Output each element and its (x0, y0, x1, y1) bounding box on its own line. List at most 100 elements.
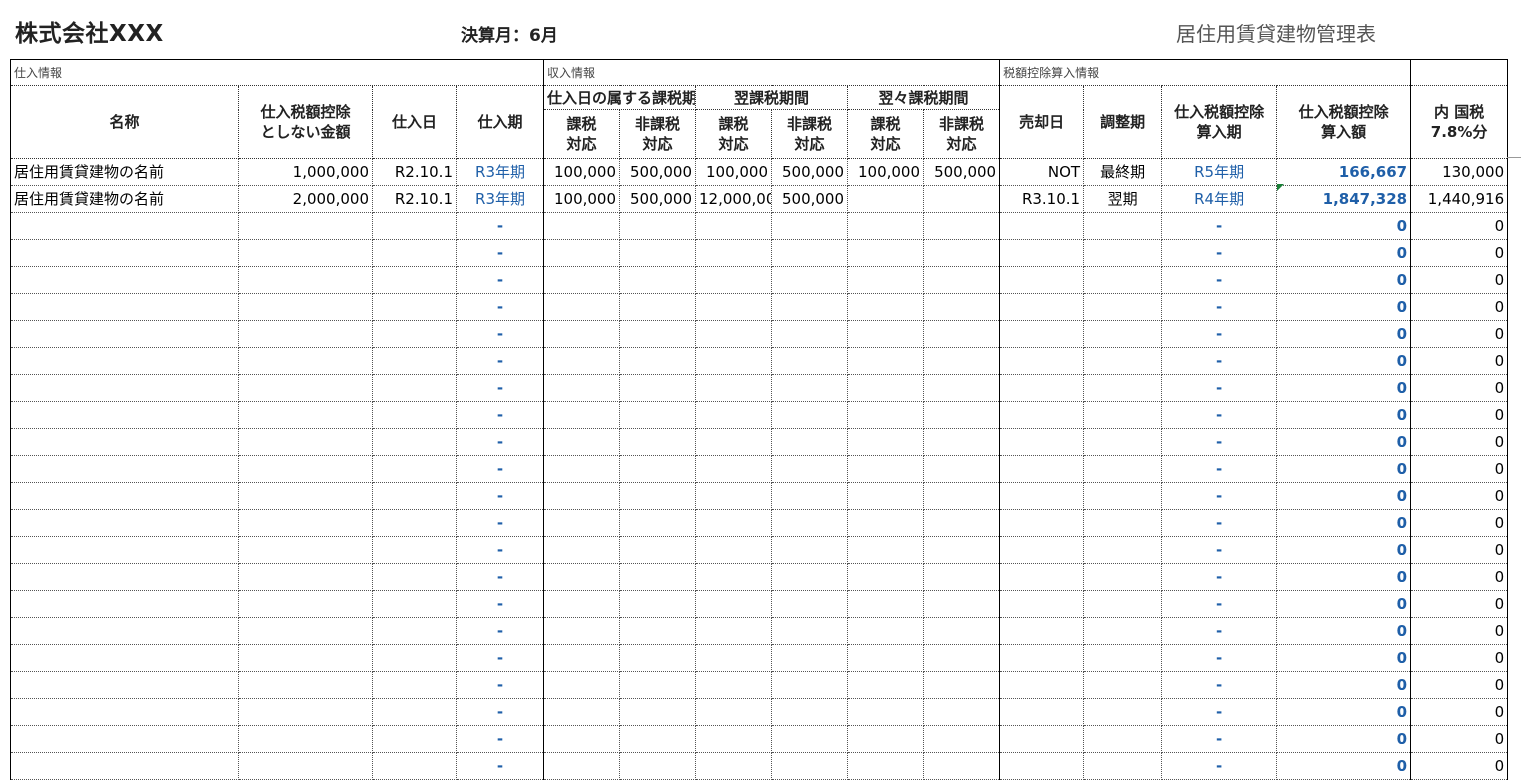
cell-p2-nontaxable[interactable] (771, 509, 849, 537)
cell-p1-taxable[interactable] (543, 293, 621, 321)
cell-p3-nontaxable[interactable] (923, 239, 1001, 267)
cell-p2-taxable[interactable] (695, 239, 773, 267)
cell-p3-nontaxable[interactable] (923, 212, 1001, 240)
cell-amount[interactable] (238, 374, 373, 402)
cell-name[interactable] (10, 320, 239, 348)
cell-purchase-date[interactable] (372, 320, 457, 348)
cell-purchase-date[interactable] (372, 239, 457, 267)
cell-amount[interactable] (238, 509, 373, 537)
cell-deduct-period[interactable]: - (1161, 752, 1278, 780)
cell-name[interactable] (10, 752, 239, 780)
cell-national-tax[interactable]: 0 (1410, 698, 1509, 726)
cell-amount[interactable] (238, 563, 373, 591)
cell-deduct-amount[interactable]: 0 (1276, 671, 1412, 699)
cell-sale-date[interactable] (999, 563, 1085, 591)
cell-purchase-period[interactable]: - (455, 266, 545, 294)
cell-p2-nontaxable[interactable] (771, 239, 849, 267)
cell-amount[interactable] (238, 428, 373, 456)
cell-p1-nontaxable[interactable] (619, 293, 697, 321)
cell-p3-nontaxable[interactable] (923, 752, 1001, 780)
cell-p3-taxable[interactable] (847, 455, 925, 483)
cell-purchase-period[interactable]: - (455, 347, 545, 375)
cell-p1-nontaxable[interactable] (619, 455, 697, 483)
cell-deduct-period[interactable]: - (1161, 374, 1278, 402)
cell-sale-date[interactable] (999, 617, 1085, 645)
cell-amount[interactable]: 2,000,000 (238, 185, 373, 213)
cell-p2-taxable[interactable] (695, 455, 773, 483)
cell-p3-taxable[interactable] (847, 428, 925, 456)
cell-purchase-date[interactable] (372, 374, 457, 402)
cell-sale-date[interactable] (999, 401, 1085, 429)
cell-amount[interactable] (238, 482, 373, 510)
cell-purchase-date[interactable] (372, 509, 457, 537)
cell-p1-nontaxable[interactable] (619, 401, 697, 429)
cell-deduct-period[interactable]: - (1161, 347, 1278, 375)
cell-deduct-period[interactable]: - (1161, 563, 1278, 591)
cell-name[interactable] (10, 590, 239, 618)
cell-purchase-date[interactable] (372, 563, 457, 591)
cell-purchase-period[interactable]: - (455, 401, 545, 429)
cell-purchase-date[interactable] (372, 455, 457, 483)
cell-deduct-amount[interactable]: 0 (1276, 698, 1412, 726)
cell-adjust-period[interactable] (1083, 266, 1163, 294)
cell-adjust-period[interactable] (1083, 482, 1163, 510)
cell-sale-date[interactable] (999, 293, 1085, 321)
cell-name[interactable] (10, 266, 239, 294)
cell-amount[interactable] (238, 644, 373, 672)
cell-sale-date[interactable] (999, 590, 1085, 618)
cell-amount[interactable] (238, 671, 373, 699)
cell-national-tax[interactable]: 0 (1410, 590, 1509, 618)
cell-purchase-period[interactable]: R3年期 (455, 158, 545, 186)
cell-p3-nontaxable[interactable] (923, 185, 1001, 213)
cell-amount[interactable] (238, 725, 373, 753)
cell-sale-date[interactable] (999, 536, 1085, 564)
cell-purchase-period[interactable]: - (455, 617, 545, 645)
cell-name[interactable] (10, 563, 239, 591)
cell-p1-taxable[interactable]: 100,000 (543, 158, 621, 186)
cell-adjust-period[interactable] (1083, 536, 1163, 564)
cell-p1-nontaxable[interactable]: 500,000 (619, 158, 697, 186)
cell-name[interactable] (10, 725, 239, 753)
cell-adjust-period[interactable] (1083, 320, 1163, 348)
cell-p3-taxable[interactable] (847, 752, 925, 780)
cell-adjust-period[interactable] (1083, 293, 1163, 321)
cell-p3-nontaxable[interactable] (923, 455, 1001, 483)
cell-sale-date[interactable] (999, 374, 1085, 402)
cell-name[interactable] (10, 536, 239, 564)
cell-p1-nontaxable[interactable] (619, 374, 697, 402)
cell-p1-taxable[interactable] (543, 563, 621, 591)
cell-p3-taxable[interactable] (847, 563, 925, 591)
cell-p2-taxable[interactable] (695, 482, 773, 510)
cell-purchase-period[interactable]: - (455, 239, 545, 267)
cell-deduct-amount[interactable]: 1,847,328 (1276, 185, 1412, 213)
cell-purchase-date[interactable] (372, 482, 457, 510)
cell-p2-taxable[interactable] (695, 266, 773, 294)
cell-national-tax[interactable]: 1,440,916 (1410, 185, 1509, 213)
cell-adjust-period[interactable] (1083, 617, 1163, 645)
cell-deduct-period[interactable]: - (1161, 401, 1278, 429)
cell-purchase-period[interactable]: - (455, 725, 545, 753)
cell-p3-taxable[interactable] (847, 671, 925, 699)
cell-p2-taxable[interactable] (695, 752, 773, 780)
cell-adjust-period[interactable] (1083, 374, 1163, 402)
cell-adjust-period[interactable] (1083, 563, 1163, 591)
cell-p3-nontaxable[interactable] (923, 509, 1001, 537)
cell-adjust-period[interactable]: 最終期 (1083, 158, 1163, 186)
cell-deduct-amount[interactable]: 0 (1276, 752, 1412, 780)
cell-sale-date[interactable] (999, 752, 1085, 780)
cell-p3-nontaxable[interactable] (923, 536, 1001, 564)
cell-deduct-period[interactable]: - (1161, 617, 1278, 645)
cell-name[interactable] (10, 617, 239, 645)
cell-name[interactable] (10, 212, 239, 240)
cell-p3-taxable[interactable] (847, 590, 925, 618)
cell-p3-nontaxable[interactable] (923, 698, 1001, 726)
cell-p1-nontaxable[interactable]: 500,000 (619, 185, 697, 213)
cell-p1-taxable[interactable] (543, 590, 621, 618)
cell-deduct-period[interactable]: - (1161, 239, 1278, 267)
cell-p1-nontaxable[interactable] (619, 239, 697, 267)
cell-deduct-period[interactable]: - (1161, 266, 1278, 294)
cell-purchase-period[interactable]: - (455, 455, 545, 483)
cell-p3-taxable[interactable] (847, 698, 925, 726)
cell-p3-taxable[interactable] (847, 266, 925, 294)
cell-name[interactable] (10, 671, 239, 699)
